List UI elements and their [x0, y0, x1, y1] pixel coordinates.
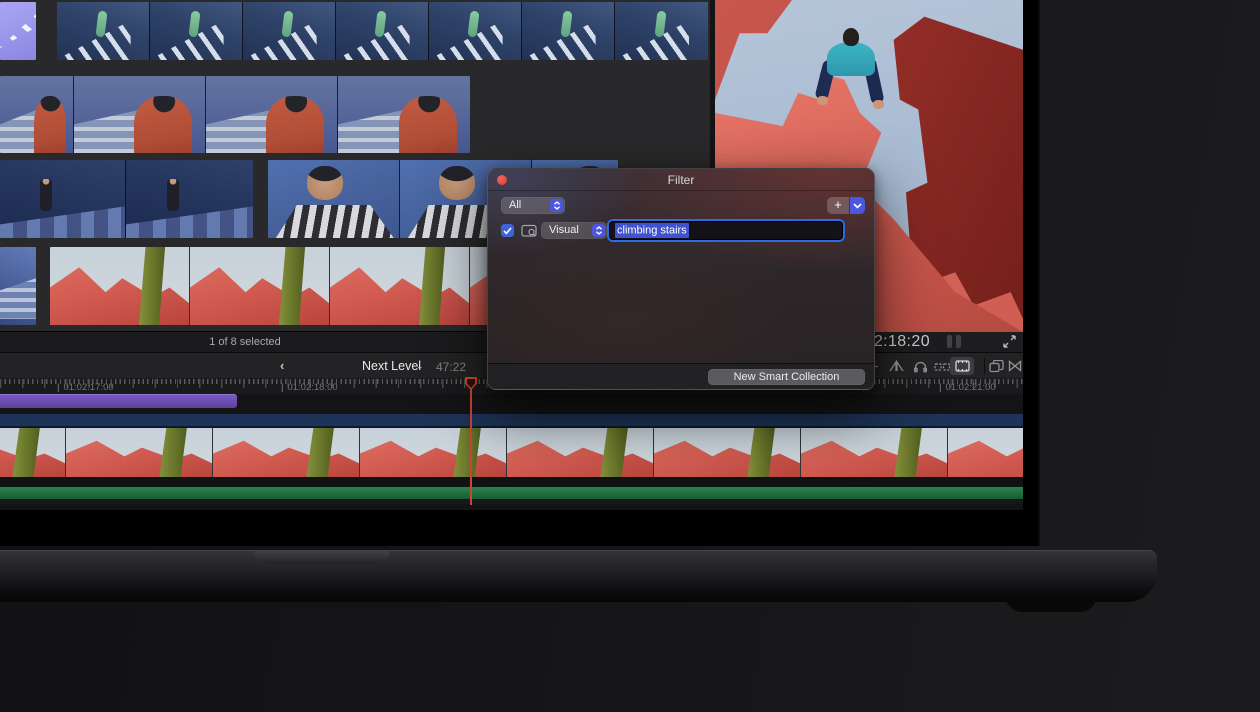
title-clip-bar[interactable] [0, 394, 237, 408]
viewer-person [843, 28, 859, 46]
filmstrip-frame [268, 160, 400, 238]
filmstrip-frame [654, 428, 801, 477]
filmstrip-frame [190, 247, 330, 325]
filmstrip-frame [336, 2, 429, 60]
filmstrip-frame [522, 2, 615, 60]
timeline-project-title[interactable]: Next Level [362, 359, 421, 373]
project-dropdown-chevron-icon[interactable]: ⌄ [416, 361, 424, 372]
viewer-person [817, 96, 828, 105]
search-input[interactable]: climbing stairs [609, 221, 843, 240]
add-rule-chevron-button[interactable] [850, 197, 865, 214]
final-cut-pro-window: 1 of 8 selected 02:18:20 ‹ Next Level ⌄ … [0, 0, 1023, 510]
clip-filmstrip-red-shirt[interactable] [0, 76, 470, 153]
audio-fade-icon[interactable] [888, 358, 905, 374]
timeline-track-gap [0, 477, 1023, 487]
add-rule-group: + [827, 197, 865, 214]
clip-thumbnail-blue[interactable] [0, 247, 36, 325]
playhead[interactable] [470, 377, 472, 505]
filmstrip-frame [507, 428, 654, 477]
filmstrip-frame [126, 160, 253, 238]
filmstrip-frame [150, 2, 243, 60]
laptop-screen-bezel: 1 of 8 selected 02:18:20 ‹ Next Level ⌄ … [0, 0, 1040, 546]
filmstrip-frame [74, 76, 206, 153]
filmstrip-frame [330, 247, 470, 325]
solo-headphones-icon[interactable] [912, 358, 929, 374]
clip-thumbnail-purple[interactable] [0, 2, 36, 60]
filmstrip-frame [213, 428, 360, 477]
add-rule-button[interactable]: + [827, 197, 849, 214]
viewer-person [827, 42, 875, 76]
timeline-clip-header[interactable] [0, 414, 1023, 427]
filmstrip-frame [948, 428, 1023, 477]
filmstrip-frame [429, 2, 522, 60]
popup-chevrons-icon [592, 224, 605, 237]
filmstrip-frame [0, 428, 66, 477]
overwrite-edit-icon[interactable] [934, 358, 951, 374]
audio-meters-icon[interactable] [956, 335, 961, 348]
filmstrip-frame [57, 2, 150, 60]
rule-type-value: Visual [549, 224, 579, 236]
filter-window-title: Filter [488, 173, 874, 187]
audio-track-edge [0, 499, 1023, 504]
laptop-base [0, 550, 1157, 602]
laptop-lid-notch [255, 550, 389, 566]
clip-filmstrip-floral[interactable] [0, 160, 253, 238]
ruler-timecode-label: |01:02:21:00 [939, 382, 996, 393]
filter-window: Filter All + Visual climbing stairs New … [487, 168, 875, 390]
filmstrip-frame [615, 2, 708, 60]
filmstrip-frame [0, 247, 36, 325]
timeline-index-icon[interactable] [988, 358, 1005, 374]
clip-filmstrip-green-dress[interactable] [57, 2, 708, 60]
filmstrip-frame [0, 76, 74, 153]
filmstrip-frame [206, 76, 338, 153]
filmstrip-frame [66, 428, 213, 477]
audio-waveform-track[interactable] [0, 487, 1023, 499]
selection-count-text: 1 of 8 selected [0, 336, 490, 348]
clip-appearance-icon[interactable] [950, 357, 974, 375]
filmstrip-frame [50, 247, 190, 325]
clip-filmstrip-cactus[interactable] [50, 247, 490, 325]
filmstrip-frame [338, 76, 470, 153]
rule-type-popup[interactable]: Visual [541, 222, 607, 239]
filter-window-titlebar[interactable]: Filter [488, 169, 874, 191]
popup-chevrons-icon [550, 199, 563, 212]
transitions-icon[interactable] [1006, 358, 1023, 374]
audio-meters-icon[interactable] [947, 335, 952, 348]
timeline-back-chevron[interactable]: ‹ [280, 358, 284, 373]
project-duration: 47:22 [436, 360, 466, 374]
rule-enabled-checkbox[interactable] [501, 224, 514, 237]
filmstrip-frame [0, 160, 126, 238]
fullscreen-expand-icon[interactable] [1003, 335, 1016, 353]
visual-search-icon [521, 224, 538, 243]
ruler-timecode-label: |01:02:18:00 [281, 382, 338, 393]
ruler-timecode-label: |01:02:17:00 [57, 382, 114, 393]
filmstrip-frame [0, 2, 36, 60]
timeline-clip-filmstrip[interactable] [0, 428, 1023, 477]
filter-window-footer: New Smart Collection [488, 363, 874, 389]
filmstrip-frame [360, 428, 507, 477]
filmstrip-frame [243, 2, 336, 60]
selected-search-text: climbing stairs [615, 223, 689, 238]
new-smart-collection-button[interactable]: New Smart Collection [708, 369, 865, 385]
filmstrip-frame [801, 428, 948, 477]
viewer-person [873, 100, 884, 109]
filter-scope-value: All [509, 199, 521, 211]
filter-scope-popup[interactable]: All [501, 197, 565, 214]
toolbar-divider [984, 358, 985, 374]
